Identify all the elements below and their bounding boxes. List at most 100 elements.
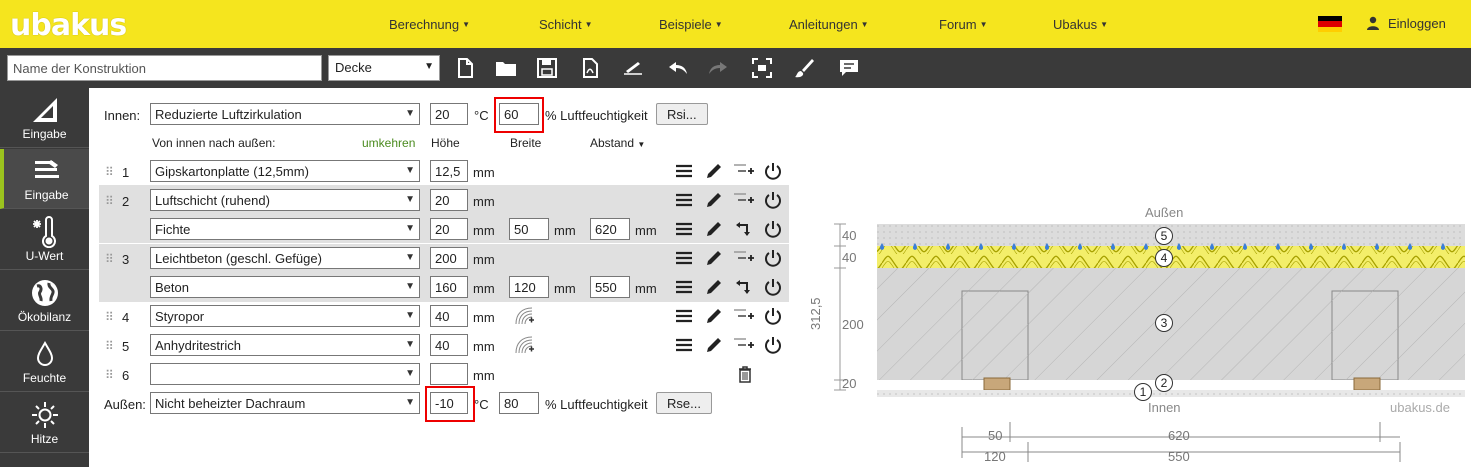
brush-icon[interactable] bbox=[792, 56, 816, 80]
power-toggle-icon[interactable] bbox=[763, 277, 783, 297]
outside-humidity-input[interactable]: 80 bbox=[499, 392, 539, 414]
add-sublayer-icon[interactable] bbox=[734, 306, 754, 326]
new-file-icon[interactable] bbox=[453, 56, 477, 80]
texture-add-icon[interactable] bbox=[514, 306, 534, 326]
reverse-link[interactable]: umkehren bbox=[362, 136, 415, 150]
edit-icon[interactable] bbox=[704, 335, 724, 355]
unit-label: mm bbox=[473, 223, 495, 238]
drag-handle-icon[interactable]: ⠿ bbox=[105, 339, 114, 353]
drag-handle-icon[interactable]: ⠿ bbox=[105, 310, 114, 324]
sidebar-item-eingabe-dimensions[interactable]: Eingabe bbox=[0, 88, 89, 148]
layer-height-input[interactable]: 40 bbox=[430, 334, 468, 356]
layer-height-input[interactable] bbox=[430, 363, 468, 385]
caret-down-icon: ▼ bbox=[860, 20, 869, 29]
edit-icon[interactable] bbox=[704, 219, 724, 239]
layer-height-input[interactable]: 200 bbox=[430, 247, 468, 269]
power-toggle-icon[interactable] bbox=[763, 161, 783, 181]
edit-icon[interactable] bbox=[704, 190, 724, 210]
drag-handle-icon[interactable]: ⠿ bbox=[105, 368, 114, 382]
add-sublayer-icon[interactable] bbox=[734, 335, 754, 355]
german-flag-icon[interactable] bbox=[1318, 16, 1342, 32]
add-sublayer-icon[interactable] bbox=[734, 161, 754, 181]
layer-material-select[interactable]: Leichtbeton (geschl. Gefüge) ▼ bbox=[150, 247, 420, 269]
drag-handle-icon[interactable]: ⠿ bbox=[105, 252, 114, 266]
menu-icon[interactable] bbox=[674, 219, 694, 239]
layer-marker[interactable]: 2 bbox=[1155, 374, 1173, 392]
texture-add-icon[interactable] bbox=[514, 335, 534, 355]
power-toggle-icon[interactable] bbox=[763, 219, 783, 239]
layer-material-select[interactable]: Gipskartonplatte (12,5mm) ▼ bbox=[150, 160, 420, 182]
edit-icon[interactable] bbox=[704, 277, 724, 297]
menu-icon[interactable] bbox=[674, 248, 694, 268]
redo-icon[interactable] bbox=[706, 56, 730, 80]
nav-beispiele[interactable]: Beispiele ▼ bbox=[659, 17, 723, 32]
sublayer-width-input[interactable]: 120 bbox=[509, 276, 549, 298]
fullscreen-icon[interactable] bbox=[750, 56, 774, 80]
nav-anleitungen[interactable]: Anleitungen ▼ bbox=[789, 17, 869, 32]
drag-handle-icon[interactable]: ⠿ bbox=[105, 194, 114, 208]
rsi-button[interactable]: Rsi... bbox=[656, 103, 708, 125]
login-link[interactable]: Einloggen bbox=[1366, 16, 1446, 31]
open-folder-icon[interactable] bbox=[494, 56, 518, 80]
power-toggle-icon[interactable] bbox=[763, 306, 783, 326]
inside-temperature-input[interactable]: 20 bbox=[430, 103, 468, 125]
edit-icon[interactable] bbox=[704, 248, 724, 268]
sidebar-item-oekobilanz[interactable]: Ökobilanz bbox=[0, 271, 89, 331]
power-toggle-icon[interactable] bbox=[763, 248, 783, 268]
sublayer-material-select[interactable]: Fichte ▼ bbox=[150, 218, 420, 240]
nav-ubakus[interactable]: Ubakus ▼ bbox=[1053, 17, 1108, 32]
outside-condition-select[interactable]: Nicht beheizter Dachraum ▼ bbox=[150, 392, 420, 414]
sublayer-spacing-input[interactable]: 550 bbox=[590, 276, 630, 298]
swap-icon[interactable] bbox=[734, 277, 754, 297]
layer-marker[interactable]: 3 bbox=[1155, 314, 1173, 332]
add-sublayer-icon[interactable] bbox=[734, 190, 754, 210]
layer-material-select[interactable]: Anhydritestrich ▼ bbox=[150, 334, 420, 356]
sign-icon[interactable] bbox=[621, 56, 645, 80]
construction-name-input[interactable] bbox=[7, 55, 322, 81]
trash-icon[interactable] bbox=[735, 364, 755, 384]
menu-icon[interactable] bbox=[674, 161, 694, 181]
sidebar-item-eingabe-layers[interactable]: Eingabe bbox=[0, 149, 89, 209]
construction-type-select[interactable]: Decke ▼ bbox=[328, 55, 440, 81]
swap-icon[interactable] bbox=[734, 219, 754, 239]
layer-marker[interactable]: 4 bbox=[1155, 249, 1173, 267]
sublayer-spacing-input[interactable]: 620 bbox=[590, 218, 630, 240]
sublayer-height-input[interactable]: 20 bbox=[430, 218, 468, 240]
layer-marker[interactable]: 5 bbox=[1155, 227, 1173, 245]
layer-material-select[interactable]: Luftschicht (ruhend) ▼ bbox=[150, 189, 420, 211]
comment-icon[interactable] bbox=[837, 56, 861, 80]
undo-icon[interactable] bbox=[666, 56, 690, 80]
sublayer-height-input[interactable]: 160 bbox=[430, 276, 468, 298]
layer-marker[interactable]: 1 bbox=[1134, 383, 1152, 401]
ubakus-logo[interactable]: ubakus bbox=[10, 8, 127, 43]
sublayer-material-select[interactable]: Beton ▼ bbox=[150, 276, 420, 298]
add-sublayer-icon[interactable] bbox=[734, 248, 754, 268]
drag-handle-icon[interactable]: ⠿ bbox=[105, 165, 114, 179]
power-toggle-icon[interactable] bbox=[763, 335, 783, 355]
caret-down-icon: ▼ bbox=[714, 20, 723, 29]
col-spacing-header[interactable]: Abstand ▼ bbox=[590, 136, 645, 150]
menu-icon[interactable] bbox=[674, 306, 694, 326]
layer-height-input[interactable]: 12,5 bbox=[430, 160, 468, 182]
nav-berechnung[interactable]: Berechnung ▼ bbox=[389, 17, 470, 32]
layer-height-input[interactable]: 40 bbox=[430, 305, 468, 327]
nav-schicht[interactable]: Schicht ▼ bbox=[539, 17, 593, 32]
rse-button[interactable]: Rse... bbox=[656, 392, 712, 414]
menu-icon[interactable] bbox=[674, 277, 694, 297]
layer-height-input[interactable]: 20 bbox=[430, 189, 468, 211]
pdf-icon[interactable] bbox=[578, 56, 602, 80]
sidebar-item-hitze[interactable]: Hitze bbox=[0, 393, 89, 453]
sidebar-item-u-wert[interactable]: U-Wert bbox=[0, 210, 89, 270]
sublayer-width-input[interactable]: 50 bbox=[509, 218, 549, 240]
edit-icon[interactable] bbox=[704, 306, 724, 326]
power-toggle-icon[interactable] bbox=[763, 190, 783, 210]
nav-forum[interactable]: Forum ▼ bbox=[939, 17, 987, 32]
layer-material-select[interactable]: Styropor ▼ bbox=[150, 305, 420, 327]
edit-icon[interactable] bbox=[704, 161, 724, 181]
menu-icon[interactable] bbox=[674, 335, 694, 355]
layer-material-select[interactable]: ▼ bbox=[150, 363, 420, 385]
menu-icon[interactable] bbox=[674, 190, 694, 210]
save-icon[interactable] bbox=[535, 56, 559, 80]
sidebar-item-feuchte[interactable]: Feuchte bbox=[0, 332, 89, 392]
inside-condition-select[interactable]: Reduzierte Luftzirkulation ▼ bbox=[150, 103, 420, 125]
